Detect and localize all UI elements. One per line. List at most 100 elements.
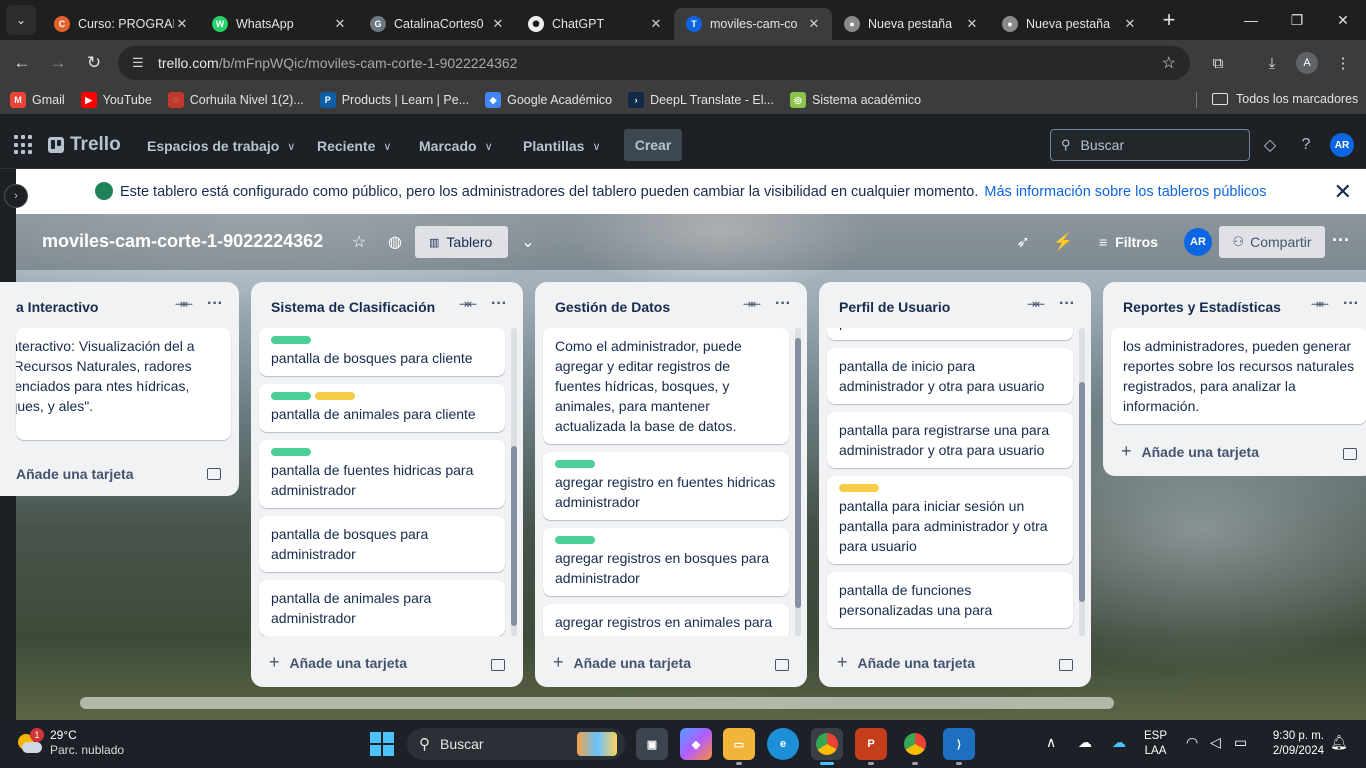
board-list[interactable]: Sistema de Clasificación ⇥⇤ ··· pantalla de…: [251, 282, 523, 687]
create-button[interactable]: Crear: [624, 129, 682, 161]
list-title[interactable]: Reportes y Estadísticas: [1123, 299, 1281, 315]
volume-icon[interactable]: ◁: [1210, 734, 1221, 751]
site-info-icon[interactable]: ☰: [132, 55, 154, 71]
card-label-yellow[interactable]: [839, 484, 879, 492]
list-scrollbar[interactable]: [511, 328, 517, 636]
task-view-icon[interactable]: ▣: [636, 728, 668, 760]
bookmark-item[interactable]: M Gmail: [10, 92, 65, 108]
board-list[interactable]: a Interactivo ⇥⇤ ··· pa Interactivo: Visual…: [0, 282, 239, 496]
tab-close-icon[interactable]: ✕: [174, 16, 190, 32]
trello-logo[interactable]: Trello: [48, 134, 121, 156]
card[interactable]: agregar registro en fuentes hidricas adm…: [543, 452, 789, 520]
help-icon[interactable]: ?: [1294, 133, 1318, 157]
banner-link[interactable]: Más información sobre los tableros públi…: [984, 184, 1266, 200]
collapse-list-icon[interactable]: ⇥⇤: [743, 297, 761, 311]
card[interactable]: pantalla de fuentes hidricas para admini…: [259, 440, 505, 508]
chrome-taskbar-icon[interactable]: [811, 728, 843, 765]
battery-icon[interactable]: ▭: [1234, 734, 1247, 751]
card-label-green[interactable]: [271, 448, 311, 456]
member-avatar[interactable]: AR: [1184, 228, 1212, 256]
card[interactable]: pantalla de animales para cliente: [259, 384, 505, 432]
profile-button[interactable]: A: [1290, 46, 1324, 80]
chevron-up-icon[interactable]: ∧: [1046, 734, 1056, 751]
board-view-button[interactable]: ▥ Tablero: [415, 226, 508, 258]
tab-search-button[interactable]: ⌄: [6, 5, 36, 35]
nav-recent[interactable]: Reciente ∨: [317, 131, 391, 161]
card-template-icon[interactable]: [491, 659, 505, 671]
bookmark-item[interactable]: P Products | Learn | Pe...: [319, 92, 469, 108]
tab-close-icon[interactable]: ✕: [1122, 16, 1138, 32]
board-horizontal-scrollbar[interactable]: [80, 697, 1114, 709]
browser-tab[interactable]: G CatalinaCortes0 ✕: [358, 8, 516, 40]
kebab-menu-icon[interactable]: ⋮: [1326, 46, 1360, 80]
wifi-icon[interactable]: ◠: [1186, 734, 1198, 751]
url-bar[interactable]: ☰ trello.com/b/mFnpWQic/moviles-cam-cort…: [118, 46, 1190, 80]
collapse-list-icon[interactable]: ⇥⇤: [175, 297, 193, 311]
restore-icon[interactable]: ❐: [1274, 0, 1320, 40]
language-indicator[interactable]: ESP LAA: [1144, 729, 1167, 759]
close-icon[interactable]: ✕: [1334, 179, 1352, 205]
list-scrollbar-thumb[interactable]: [1079, 382, 1085, 602]
add-card-button[interactable]: +Añade una tarjeta: [553, 652, 691, 673]
list-scrollbar[interactable]: [795, 328, 801, 636]
close-window-icon[interactable]: ✕: [1320, 0, 1366, 40]
forward-icon[interactable]: →: [40, 45, 76, 81]
board-menu-icon[interactable]: ···: [1332, 230, 1350, 251]
browser-tab[interactable]: Tmoviles-cam-co ✕: [674, 8, 832, 40]
list-title[interactable]: Perfil de Usuario: [839, 299, 950, 315]
card[interactable]: pantalla para iniciar sesión un pantalla…: [827, 476, 1073, 564]
card-template-icon[interactable]: [1343, 448, 1357, 460]
card[interactable]: personalizadas.: [827, 328, 1073, 340]
list-menu-icon[interactable]: ···: [207, 295, 223, 313]
list-title[interactable]: a Interactivo: [16, 299, 98, 315]
star-icon[interactable]: ☆: [347, 230, 371, 254]
list-menu-icon[interactable]: ···: [491, 295, 507, 313]
bookmark-item[interactable]: ◌ Corhuila Nivel 1(2)...: [167, 92, 304, 108]
list-title[interactable]: Sistema de Clasificación: [271, 299, 435, 315]
power-ups-icon[interactable]: ➶: [1011, 230, 1035, 254]
bookmark-star-icon[interactable]: ☆: [1162, 53, 1176, 73]
collapse-list-icon[interactable]: ⇥⇤: [459, 297, 477, 311]
card[interactable]: los administradores, pueden generar repo…: [1111, 328, 1366, 424]
reload-icon[interactable]: ↻: [76, 45, 112, 81]
list-scrollbar-thumb[interactable]: [511, 446, 517, 626]
tab-close-icon[interactable]: ✕: [806, 16, 822, 32]
taskbar-search[interactable]: ⚲ Buscar: [407, 728, 625, 760]
chrome-profile-icon[interactable]: [899, 728, 931, 765]
card-label-yellow[interactable]: [315, 392, 355, 400]
list-menu-icon[interactable]: ···: [1059, 295, 1075, 313]
nav-starred[interactable]: Marcado ∨: [419, 131, 493, 161]
list-title[interactable]: Gestión de Datos: [555, 299, 670, 315]
minimize-icon[interactable]: —: [1228, 0, 1274, 40]
browser-tab[interactable]: C Curso: PROGRAM ✕: [42, 8, 200, 40]
browser-tab[interactable]: W WhatsApp ✕: [200, 8, 358, 40]
back-icon[interactable]: ←: [4, 45, 40, 81]
bookmark-item[interactable]: › DeepL Translate - El...: [628, 92, 774, 108]
list-menu-icon[interactable]: ···: [1343, 295, 1359, 313]
tab-close-icon[interactable]: ✕: [490, 16, 506, 32]
board-list[interactable]: Gestión de Datos ⇥⇤ ··· Como el administrad…: [535, 282, 807, 687]
card[interactable]: pantalla para registrarse una para admin…: [827, 412, 1073, 468]
card-label-green[interactable]: [271, 336, 311, 344]
copilot-icon[interactable]: ◆: [680, 728, 712, 760]
card[interactable]: agregar registros en animales para: [543, 604, 789, 636]
onedrive-icon[interactable]: ☁: [1112, 734, 1126, 751]
extensions-icon[interactable]: ⧉: [1201, 46, 1235, 80]
card-label-green[interactable]: [555, 536, 595, 544]
card-template-icon[interactable]: [207, 468, 221, 480]
vscode-icon[interactable]: ⟩: [943, 728, 975, 765]
search-input[interactable]: ⚲ Buscar: [1050, 129, 1250, 161]
tab-close-icon[interactable]: ✕: [964, 16, 980, 32]
add-card-button[interactable]: +Añade una tarjeta: [16, 466, 133, 482]
board-list[interactable]: Reportes y Estadísticas ⇥⇤ ··· los administ…: [1103, 282, 1366, 476]
collapse-list-icon[interactable]: ⇥⇤: [1027, 297, 1045, 311]
start-icon[interactable]: [370, 732, 394, 756]
add-card-button[interactable]: +Añade una tarjeta: [269, 652, 407, 673]
filters-button[interactable]: ≡ Filtros: [1099, 226, 1158, 258]
card[interactable]: agregar registros en bosques para admini…: [543, 528, 789, 596]
card[interactable]: pantalla de bosques para cliente: [259, 328, 505, 376]
notifications-icon[interactable]: ◇: [1258, 133, 1282, 157]
tab-close-icon[interactable]: ✕: [332, 16, 348, 32]
automation-icon[interactable]: ⚡: [1051, 230, 1075, 254]
list-menu-icon[interactable]: ···: [775, 295, 791, 313]
